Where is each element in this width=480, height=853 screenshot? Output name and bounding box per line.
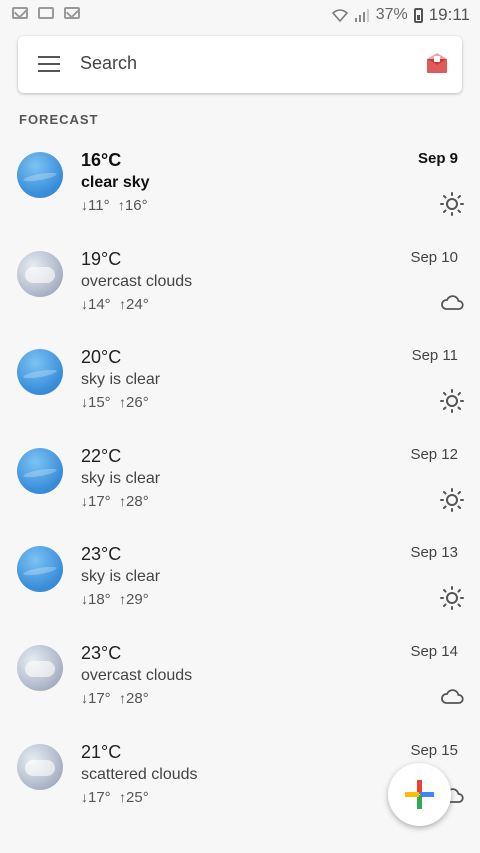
arrow-down-icon: ↓ xyxy=(81,197,88,213)
max-temp: 28° xyxy=(126,492,149,510)
sun-icon xyxy=(440,487,464,512)
min-temp: 15° xyxy=(88,394,111,412)
arrow-down-icon: ↓ xyxy=(81,492,88,509)
weather-thumbnail xyxy=(17,349,63,396)
forecast-row[interactable]: 20°C sky is clear ↓15° ↑26° Sep 11 xyxy=(0,339,480,438)
forecast-date: Sep 11 xyxy=(411,347,458,365)
forecast-date: Sep 13 xyxy=(410,544,458,562)
min-max-temps: ↓15° ↑26° xyxy=(81,394,149,411)
min-max-temps: ↓11° ↑16° xyxy=(81,197,148,214)
temperature: 16°C xyxy=(81,150,122,170)
status-bar: 37% 19:11 xyxy=(0,0,480,30)
weather-thumbnail xyxy=(17,250,63,297)
min-temp: 11° xyxy=(88,197,110,214)
weather-thumbnail xyxy=(17,152,63,198)
min-max-temps: ↓18° ↑29° xyxy=(81,591,149,608)
wifi-icon xyxy=(331,8,348,23)
temperature: 20°C xyxy=(81,347,122,368)
forecast-date: Sep 15 xyxy=(410,741,458,759)
arrow-down-icon: ↓ xyxy=(81,295,88,312)
max-temp: 26° xyxy=(126,394,149,412)
arrow-down-icon: ↓ xyxy=(81,591,88,608)
min-max-temps: ↓17° ↑25° xyxy=(81,789,149,806)
arrow-up-icon: ↑ xyxy=(119,295,127,312)
forecast-row[interactable]: 16°C clear sky ↓11° ↑16° Sep 9 xyxy=(0,142,480,241)
min-temp: 18° xyxy=(88,591,111,609)
arrow-up-icon: ↑ xyxy=(119,492,127,509)
temperature: 23°C xyxy=(81,642,122,663)
sun-icon xyxy=(440,389,464,414)
min-temp: 17° xyxy=(88,492,111,510)
arrow-up-icon: ↑ xyxy=(119,591,127,608)
weather-description: sky is clear xyxy=(81,469,161,487)
temperature: 19°C xyxy=(81,248,122,269)
cloud-icon xyxy=(440,291,464,315)
menu-icon[interactable] xyxy=(38,56,60,72)
max-temp: 29° xyxy=(126,591,149,609)
clock: 19:11 xyxy=(428,5,470,24)
forecast-date: Sep 10 xyxy=(410,248,458,266)
search-bar[interactable]: Search xyxy=(18,36,462,93)
weather-thumbnail xyxy=(17,644,63,691)
forecast-row[interactable]: 23°C overcast clouds ↓17° ↑28° Sep 14 xyxy=(0,635,480,734)
weather-description: clear sky xyxy=(81,174,150,191)
max-temp: 24° xyxy=(126,295,149,313)
forecast-row[interactable]: 23°C sky is clear ↓18° ↑29° Sep 13 xyxy=(0,536,480,635)
sun-icon xyxy=(440,192,464,216)
min-max-temps: ↓17° ↑28° xyxy=(81,690,149,707)
battery-icon xyxy=(413,7,423,23)
weather-thumbnail xyxy=(17,743,63,790)
sun-icon xyxy=(440,586,464,611)
arrow-up-icon: ↑ xyxy=(119,394,127,411)
battery-percent: 37% xyxy=(375,6,408,23)
cloud-icon xyxy=(440,685,464,709)
weather-description: sky is clear xyxy=(81,371,161,389)
min-max-temps: ↓14° ↑24° xyxy=(81,296,149,313)
temperature: 23°C xyxy=(81,544,122,565)
outlook-icon xyxy=(38,7,54,19)
weather-thumbnail xyxy=(17,447,63,494)
forecast-date: Sep 14 xyxy=(410,642,458,660)
max-temp: 25° xyxy=(126,788,149,806)
arrow-up-icon: ↑ xyxy=(119,689,127,706)
notification-icons xyxy=(12,7,80,19)
weather-description: scattered clouds xyxy=(81,765,198,783)
plus-icon xyxy=(405,780,434,809)
add-button[interactable] xyxy=(388,763,451,826)
arrow-down-icon: ↓ xyxy=(81,394,88,411)
temperature: 22°C xyxy=(81,445,122,466)
forecast-date: Sep 12 xyxy=(410,445,458,463)
account-avatar-icon[interactable] xyxy=(426,52,448,74)
arrow-up-icon: ↑ xyxy=(117,197,125,213)
arrow-down-icon: ↓ xyxy=(81,689,88,706)
forecast-row[interactable]: 22°C sky is clear ↓17° ↑28° Sep 12 xyxy=(0,438,480,537)
min-max-temps: ↓17° ↑28° xyxy=(81,493,149,510)
forecast-list: 16°C clear sky ↓11° ↑16° Sep 9 19°C overcast … xyxy=(0,142,480,832)
gmail-icon xyxy=(12,7,28,19)
forecast-row[interactable]: 19°C overcast clouds ↓14° ↑24° Sep 10 xyxy=(0,241,480,340)
signal-icon xyxy=(354,9,369,22)
weather-description: sky is clear xyxy=(81,568,161,586)
arrow-up-icon: ↑ xyxy=(119,788,127,805)
weather-description: overcast clouds xyxy=(81,666,193,684)
max-temp: 28° xyxy=(126,689,149,707)
section-title: FORECAST xyxy=(19,112,99,127)
min-temp: 14° xyxy=(88,295,111,313)
gmail-icon xyxy=(64,7,80,19)
temperature: 21°C xyxy=(81,741,122,762)
search-input[interactable]: Search xyxy=(80,53,137,74)
min-temp: 17° xyxy=(88,689,111,707)
weather-description: overcast clouds xyxy=(81,272,193,290)
forecast-date: Sep 9 xyxy=(417,150,458,167)
arrow-down-icon: ↓ xyxy=(81,788,88,805)
max-temp: 16° xyxy=(124,197,148,214)
min-temp: 17° xyxy=(88,788,111,806)
weather-thumbnail xyxy=(17,546,63,593)
